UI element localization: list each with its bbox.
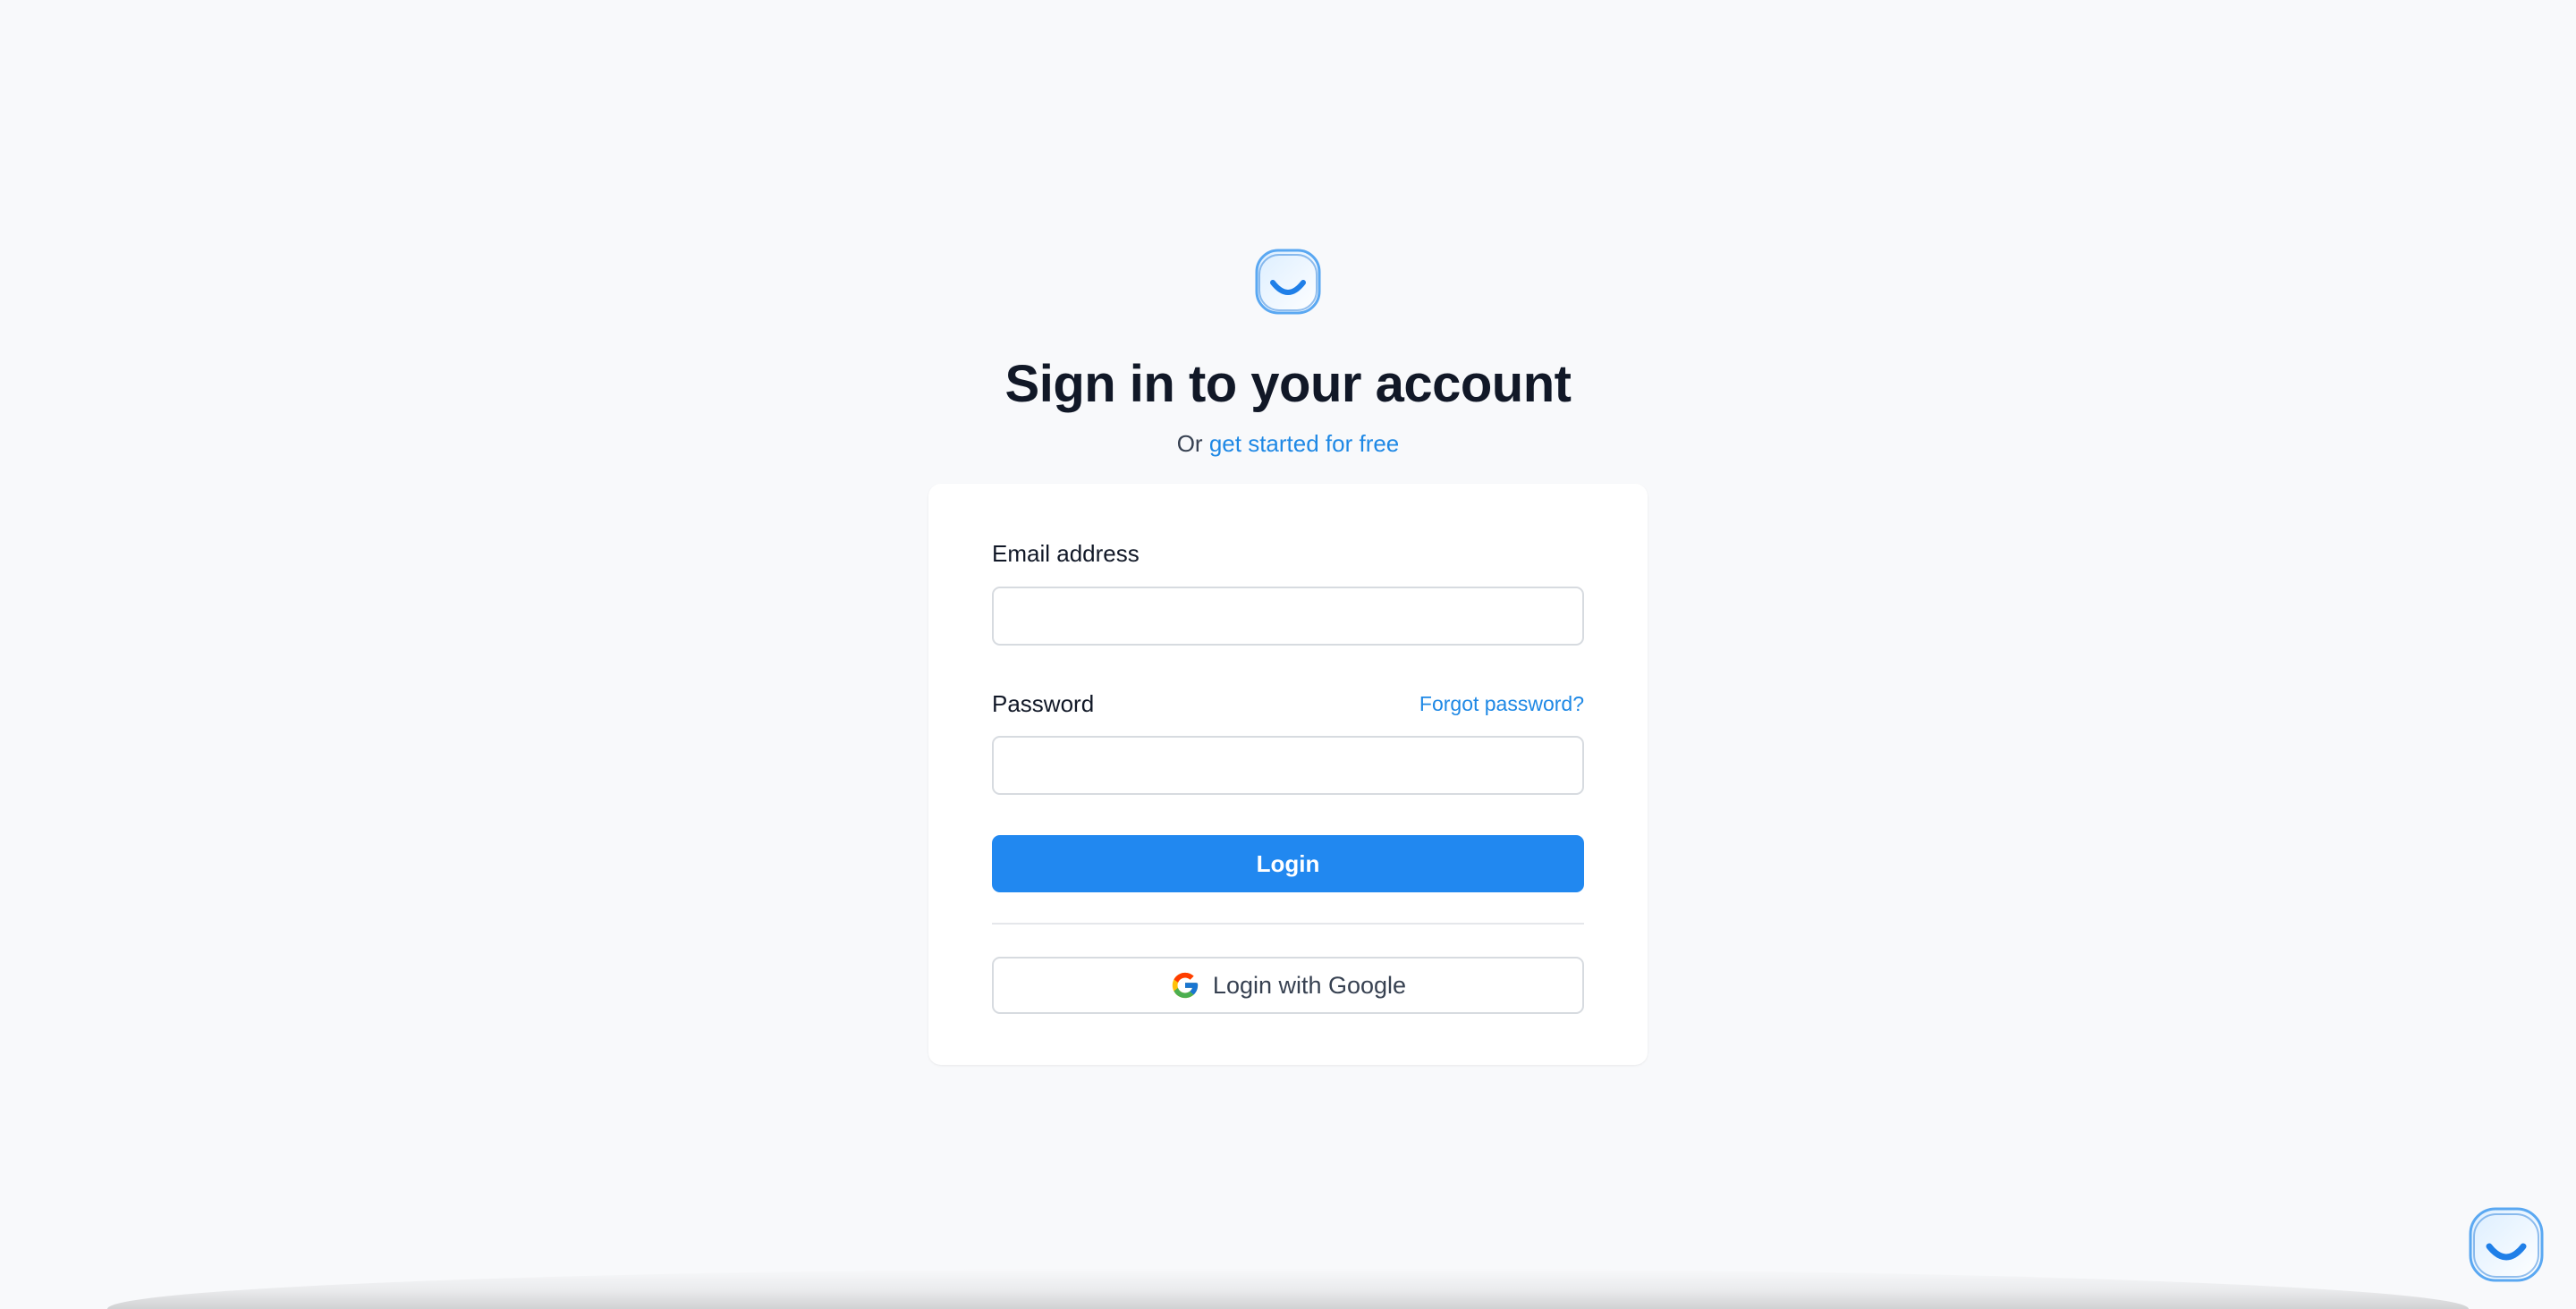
subtitle: Or get started for free: [0, 427, 2576, 460]
get-started-link[interactable]: get started for free: [1209, 430, 1399, 457]
page-title: Sign in to your account: [1004, 355, 1572, 413]
login-button[interactable]: Login: [992, 835, 1584, 892]
email-label: Email address: [992, 540, 1140, 567]
smile-logo-icon: [1255, 249, 1321, 315]
subtitle-prefix: Or: [1176, 430, 1203, 457]
email-field[interactable]: [992, 587, 1584, 646]
login-with-google-button[interactable]: Login with Google: [992, 957, 1584, 1014]
bottom-shadow: [107, 1268, 2469, 1309]
google-button-label: Login with Google: [1212, 971, 1407, 999]
forgot-password-link[interactable]: Forgot password?: [1419, 688, 1584, 719]
smile-chat-icon[interactable]: [2467, 1205, 2546, 1284]
google-icon: [1172, 972, 1199, 999]
password-field[interactable]: [992, 736, 1584, 795]
divider: [992, 923, 1584, 925]
login-page: Sign in to your account Or get started f…: [0, 0, 2576, 1309]
password-label: Password: [992, 690, 1095, 717]
login-card: Email address Password Forgot password? …: [928, 484, 1648, 1065]
